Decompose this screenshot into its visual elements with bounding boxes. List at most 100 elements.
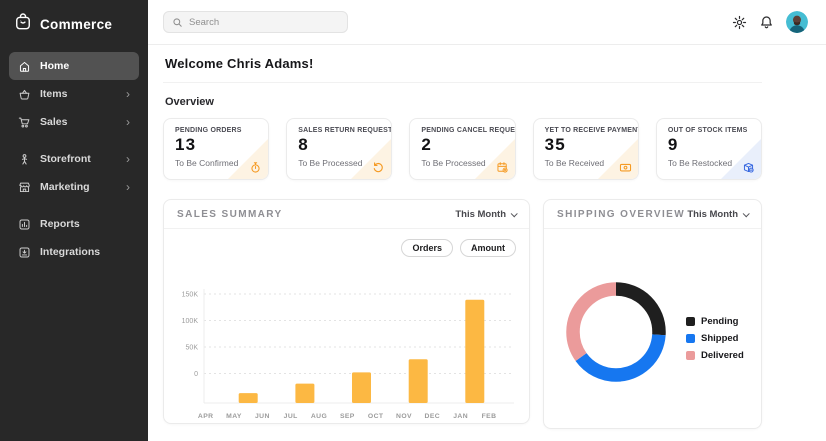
sidebar-item-integrations[interactable]: Integrations — [9, 238, 139, 266]
shipping-donut-chart — [564, 280, 668, 384]
stat-card[interactable]: PENDING CANCEL REQUESTS 2 To Be Processe… — [409, 118, 515, 180]
stat-card[interactable]: OUT OF STOCK ITEMS 9 To Be Restocked — [656, 118, 762, 180]
chevron-right-icon: › — [126, 116, 130, 128]
search-icon — [172, 17, 183, 28]
charts-row: SALES SUMMARY This Month Orders Amount 1… — [163, 199, 762, 429]
sidebar-item-label: Reports — [40, 218, 80, 230]
notifications-button[interactable] — [759, 15, 774, 30]
shipping-overview-card: SHIPPING OVERVIEW This Month Pending Shi… — [543, 199, 762, 429]
stat-card[interactable]: YET TO RECEIVE PAYMENTS 35 To Be Receive… — [533, 118, 639, 180]
legend-item: Delivered — [686, 350, 744, 361]
calendar-cancel-icon — [496, 161, 509, 174]
shipping-overview-title: SHIPPING OVERVIEW — [557, 209, 685, 220]
svg-text:100K: 100K — [182, 318, 199, 325]
orders-toggle-button[interactable]: Orders — [401, 239, 453, 257]
stat-label: OUT OF STOCK ITEMS — [668, 127, 750, 134]
commerce-bag-logo-icon — [13, 12, 33, 37]
amount-toggle-button[interactable]: Amount — [460, 239, 516, 257]
sales-period-value: This Month — [455, 209, 506, 220]
sidebar-item-home[interactable]: Home — [9, 52, 139, 80]
settings-button[interactable] — [732, 15, 747, 30]
sales-summary-card: SALES SUMMARY This Month Orders Amount 1… — [163, 199, 530, 424]
divider — [163, 82, 762, 83]
gear-icon — [732, 15, 747, 30]
legend-swatch — [686, 351, 695, 360]
svg-text:SEP: SEP — [340, 413, 355, 420]
sales-summary-title: SALES SUMMARY — [177, 209, 283, 220]
chevron-down-icon — [511, 210, 518, 217]
sales-summary-header: SALES SUMMARY This Month — [164, 200, 529, 229]
user-avatar[interactable] — [786, 11, 808, 33]
shipping-period-dropdown[interactable]: This Month — [687, 209, 748, 220]
stat-card[interactable]: PENDING ORDERS 13 To Be Confirmed — [163, 118, 269, 180]
svg-text:MAY: MAY — [226, 413, 242, 420]
topbar-actions — [732, 11, 808, 33]
corner-accent — [721, 139, 761, 179]
bell-icon — [759, 15, 774, 30]
payment-icon — [619, 161, 632, 174]
sidebar-item-label: Home — [40, 60, 69, 72]
sidebar-nav: Home Items › Sales › — [0, 52, 148, 266]
overview-section-title: Overview — [165, 96, 762, 108]
donut-legend: Pending Shipped Delivered — [686, 316, 744, 361]
shipping-period-value: This Month — [687, 209, 738, 220]
chevron-down-icon — [743, 210, 750, 217]
svg-text:0: 0 — [194, 371, 198, 378]
shipping-overview-header: SHIPPING OVERVIEW This Month — [544, 200, 761, 229]
basket-icon — [18, 88, 31, 101]
page-title: Welcome Chris Adams! — [165, 56, 762, 71]
svg-text:DEC: DEC — [425, 413, 441, 420]
search-box[interactable] — [163, 11, 348, 33]
stat-label: PENDING CANCEL REQUESTS — [421, 127, 503, 134]
bar-chart-icon — [18, 218, 31, 231]
app-title: Commerce — [40, 17, 112, 32]
svg-text:OCT: OCT — [368, 413, 384, 420]
legend-label: Delivered — [701, 350, 744, 361]
stat-label: YET TO RECEIVE PAYMENTS — [545, 127, 627, 134]
cart-icon — [18, 116, 31, 129]
main-area: Welcome Chris Adams! Overview PENDING OR… — [148, 0, 826, 441]
sidebar: Commerce Home Items › — [0, 0, 148, 441]
home-icon — [18, 60, 31, 73]
sidebar-item-label: Marketing — [40, 181, 90, 193]
sidebar-item-label: Storefront — [40, 153, 91, 165]
integrations-icon — [18, 246, 31, 259]
corner-accent — [475, 139, 515, 179]
sidebar-item-marketing[interactable]: Marketing › — [9, 173, 139, 201]
sales-bar-chart: 150K100K50K0APRMAYJUNJULAUGSEPOCTNOVDECJ… — [174, 283, 521, 423]
nav-group-gap — [0, 201, 148, 210]
legend-item: Shipped — [686, 333, 744, 344]
sidebar-item-items[interactable]: Items › — [9, 80, 139, 108]
svg-text:JUN: JUN — [255, 413, 270, 420]
series-toggle-group: Orders Amount — [401, 239, 516, 257]
stopwatch-icon — [249, 161, 262, 174]
stat-label: SALES RETURN REQUESTS — [298, 127, 380, 134]
app-logo: Commerce — [0, 0, 148, 52]
store-icon — [18, 181, 31, 194]
legend-item: Pending — [686, 316, 744, 327]
stat-label: PENDING ORDERS — [175, 127, 257, 134]
dashboard-content: Welcome Chris Adams! Overview PENDING OR… — [148, 45, 826, 429]
sidebar-item-sales[interactable]: Sales › — [9, 108, 139, 136]
sales-period-dropdown[interactable]: This Month — [455, 209, 516, 220]
corner-accent — [351, 139, 391, 179]
sidebar-item-reports[interactable]: Reports — [9, 210, 139, 238]
stock-box-icon — [742, 161, 755, 174]
svg-text:50K: 50K — [186, 344, 199, 351]
stat-card[interactable]: SALES RETURN REQUESTS 8 To Be Processed — [286, 118, 392, 180]
undo-icon — [372, 161, 385, 174]
search-input[interactable] — [189, 17, 339, 28]
topbar — [148, 0, 826, 45]
sidebar-item-label: Items — [40, 88, 67, 100]
sidebar-item-storefront[interactable]: Storefront › — [9, 145, 139, 173]
svg-text:NOV: NOV — [396, 413, 412, 420]
chevron-right-icon: › — [126, 181, 130, 193]
legend-swatch — [686, 317, 695, 326]
svg-text:APR: APR — [198, 413, 214, 420]
corner-accent — [228, 139, 268, 179]
corner-accent — [598, 139, 638, 179]
sidebar-item-label: Integrations — [40, 246, 100, 258]
stat-card-row: PENDING ORDERS 13 To Be Confirmed SALES … — [163, 118, 762, 180]
svg-text:FEB: FEB — [482, 413, 497, 420]
chevron-right-icon: › — [126, 88, 130, 100]
